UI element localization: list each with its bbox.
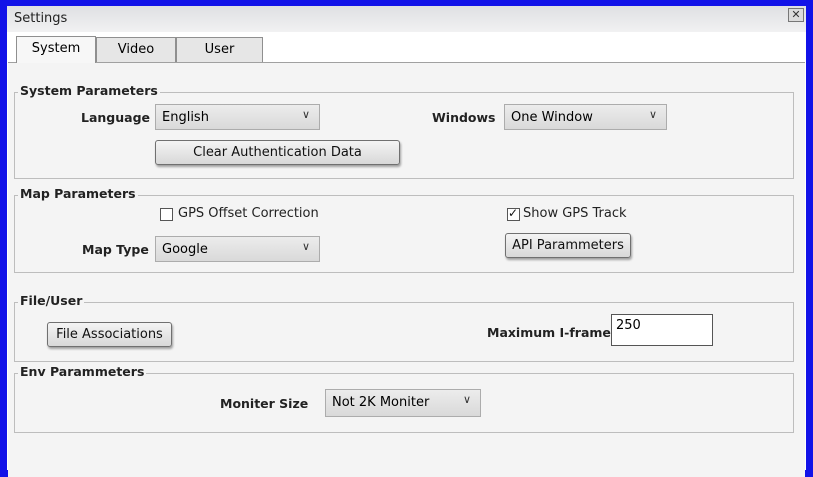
- windows-value: One Window: [511, 110, 593, 125]
- title-bar[interactable]: Settings ✕: [7, 6, 806, 32]
- system-parameters-group: System Parameters Language English ∨ Win…: [14, 83, 794, 179]
- tab-panel-system: System Parameters Language English ∨ Win…: [8, 62, 805, 477]
- map-type-value: Google: [162, 242, 208, 257]
- windows-select[interactable]: One Window ∨: [504, 104, 667, 130]
- map-parameters-group: Map Parameters GPS Offset Correction ✓ S…: [14, 186, 794, 273]
- language-value: English: [162, 110, 209, 125]
- checkmark-icon: ✓: [508, 206, 519, 220]
- window-title: Settings: [14, 11, 68, 26]
- api-parameters-button[interactable]: API Parammeters: [505, 233, 631, 258]
- env-parameters-group: Env Parammeters Moniter Size Not 2K Moni…: [14, 364, 794, 433]
- chevron-down-icon: ∨: [301, 108, 310, 121]
- show-gps-track-label: Show GPS Track: [523, 206, 627, 221]
- file-user-group: File/User File Associations Maximum I-fr…: [14, 293, 794, 362]
- chevron-down-icon: ∨: [301, 240, 310, 253]
- chevron-down-icon: ∨: [462, 393, 471, 406]
- max-iframe-input[interactable]: 250: [611, 314, 713, 346]
- max-iframe-value: 250: [616, 318, 641, 333]
- max-iframe-label: Maximum I-frame: [487, 325, 611, 340]
- chevron-down-icon: ∨: [648, 108, 657, 121]
- tab-system[interactable]: System: [16, 36, 96, 63]
- tab-video[interactable]: Video: [96, 37, 176, 63]
- system-parameters-legend: System Parameters: [18, 83, 160, 98]
- close-icon[interactable]: ✕: [788, 8, 804, 22]
- windows-label: Windows: [432, 110, 496, 125]
- tab-user[interactable]: User: [176, 37, 263, 63]
- map-parameters-legend: Map Parameters: [18, 186, 138, 201]
- file-user-legend: File/User: [18, 293, 85, 308]
- settings-window: Settings ✕ System Video User System Para…: [0, 0, 813, 477]
- map-type-select[interactable]: Google ∨: [155, 236, 320, 262]
- file-associations-button[interactable]: File Associations: [47, 322, 172, 347]
- gps-offset-checkbox[interactable]: [160, 208, 173, 221]
- language-label: Language: [81, 110, 151, 125]
- show-gps-track-checkbox[interactable]: ✓: [507, 206, 520, 221]
- monitor-size-select[interactable]: Not 2K Moniter ∨: [325, 389, 481, 417]
- map-type-label: Map Type: [82, 242, 149, 257]
- clear-authentication-data-button[interactable]: Clear Authentication Data: [155, 140, 400, 165]
- monitor-size-label: Moniter Size: [220, 396, 309, 411]
- monitor-size-value: Not 2K Moniter: [332, 395, 430, 410]
- env-parameters-legend: Env Parammeters: [18, 364, 147, 379]
- gps-offset-label: GPS Offset Correction: [178, 206, 319, 221]
- language-select[interactable]: English ∨: [155, 104, 320, 130]
